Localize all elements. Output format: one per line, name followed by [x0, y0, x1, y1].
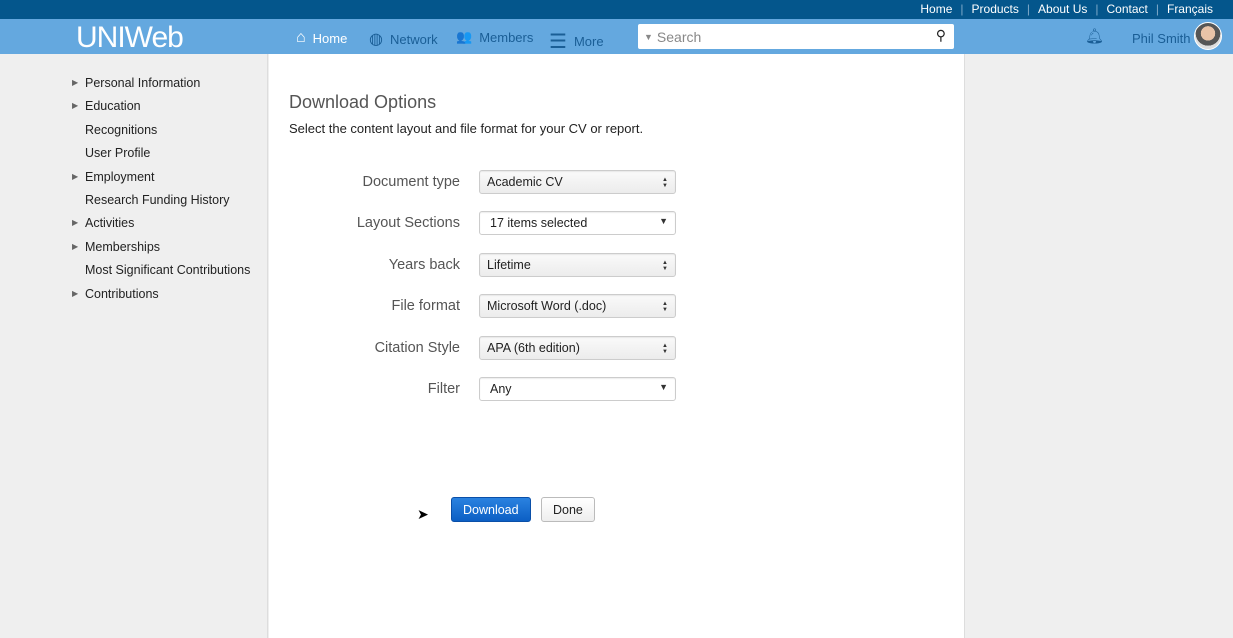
- sidebar-item[interactable]: Recognitions: [85, 123, 157, 137]
- nav-members[interactable]: 👥 Members: [456, 29, 533, 45]
- nav-more-label: More: [573, 34, 604, 49]
- menu-icon: ☰: [549, 31, 567, 53]
- main-panel: Download Options Select the content layo…: [269, 54, 965, 638]
- home-icon: ⌂: [296, 29, 306, 46]
- field-select[interactable]: APA (6th edition) ▲ ▼: [479, 335, 676, 360]
- sidebar-item[interactable]: ▶ Personal Information: [72, 76, 201, 90]
- expand-icon[interactable]: ▶: [72, 289, 78, 298]
- top-link[interactable]: Home: [920, 2, 952, 16]
- select-value: 17 items selected: [490, 216, 588, 231]
- form-row: Years back Lifetime ▲ ▼: [269, 252, 965, 277]
- nav-network-label: Network: [389, 31, 438, 47]
- separator: |: [1026, 2, 1031, 16]
- done-button[interactable]: Done: [541, 497, 595, 522]
- globe-icon: ◍: [369, 31, 383, 48]
- sidebar: ▶ Personal Information ▶ Education Recogniti…: [0, 54, 268, 638]
- field-label: Filter: [427, 381, 460, 397]
- top-bar: Home | Products | About Us | Contact | Français: [0, 0, 1233, 19]
- nav-home-label: Home: [312, 30, 348, 46]
- updown-arrows-icon: ▲ ▼: [662, 177, 668, 189]
- user-name[interactable]: Phil Smith: [1132, 31, 1191, 46]
- updown-arrows-icon: ▲ ▼: [662, 259, 668, 272]
- form-row: File format Microsoft Word (.doc) ▲ ▼: [269, 294, 965, 319]
- select-value: Academic CV: [487, 175, 563, 189]
- caret-down-icon: ▼: [659, 382, 668, 392]
- sidebar-item[interactable]: ▶ Activities: [72, 216, 135, 231]
- sidebar-item-label: Contributions: [85, 286, 159, 301]
- download-button[interactable]: Download: [451, 497, 531, 522]
- form-row: Citation Style APA (6th edition) ▲ ▼: [269, 335, 965, 360]
- caret-down-icon: ▼: [644, 31, 653, 42]
- sidebar-item[interactable]: ▶ Employment: [72, 169, 155, 184]
- updown-arrows-icon: ▲ ▼: [662, 301, 668, 314]
- bell-icon[interactable]: 🔔︎: [1085, 27, 1104, 45]
- sidebar-item-label: Research Funding History: [85, 193, 230, 207]
- page-title: Download Options: [289, 92, 437, 112]
- nav-members-label: Members: [479, 29, 534, 45]
- sidebar-item[interactable]: ▶ Education: [72, 99, 141, 114]
- expand-icon[interactable]: ▶: [72, 218, 78, 227]
- expand-icon[interactable]: ▶: [72, 242, 78, 251]
- top-link[interactable]: Français: [1167, 2, 1213, 16]
- select-value: Any: [490, 382, 512, 396]
- sidebar-item-label: Employment: [85, 169, 155, 184]
- field-select[interactable]: Any ▼: [479, 377, 676, 401]
- top-link[interactable]: Products: [972, 2, 1019, 16]
- field-label: Document type: [362, 174, 460, 190]
- sidebar-item-label: Education: [85, 99, 141, 114]
- nav-home[interactable]: ⌂ Home: [296, 29, 347, 47]
- form-row: Document type Academic CV ▲ ▼: [269, 170, 965, 194]
- expand-icon[interactable]: ▶: [72, 78, 78, 87]
- field-select[interactable]: Academic CV ▲ ▼: [479, 170, 676, 194]
- main-nav: UNIWeb ⌂ Home ◍ Network 👥 Members ☰ More ▼ Se…: [0, 19, 1233, 54]
- field-select[interactable]: Microsoft Word (.doc) ▲ ▼: [479, 294, 676, 319]
- search-input[interactable]: ▼ Search ⚲: [638, 24, 954, 49]
- field-select[interactable]: Lifetime ▲ ▼: [479, 252, 676, 277]
- sidebar-item[interactable]: Research Funding History: [85, 193, 230, 207]
- nav-network[interactable]: ◍ Network: [369, 29, 438, 49]
- field-label: File format: [391, 298, 461, 315]
- sidebar-item[interactable]: ▶ Memberships: [72, 239, 161, 254]
- sidebar-item-label: Personal Information: [85, 76, 201, 90]
- search-icon[interactable]: ⚲: [936, 27, 946, 44]
- field-label: Citation Style: [374, 339, 460, 356]
- avatar[interactable]: [1194, 22, 1222, 50]
- sidebar-item[interactable]: ▶ Contributions: [72, 286, 159, 301]
- sidebar-item-label: Activities: [85, 216, 135, 231]
- sidebar-item-label: Memberships: [85, 239, 161, 254]
- expand-icon[interactable]: ▶: [72, 172, 78, 181]
- sidebar-item[interactable]: User Profile: [85, 146, 150, 160]
- select-value: APA (6th edition): [487, 340, 580, 355]
- field-label: Layout Sections: [356, 215, 460, 232]
- expand-icon[interactable]: ▶: [72, 101, 78, 110]
- separator: |: [1095, 2, 1099, 16]
- top-link[interactable]: About Us: [1038, 2, 1087, 16]
- separator: |: [1155, 2, 1159, 16]
- form-row: Layout Sections 17 items selected ▼: [269, 211, 965, 236]
- select-value: Microsoft Word (.doc): [487, 299, 607, 314]
- updown-arrows-icon: ▲ ▼: [662, 342, 668, 355]
- page-subtitle: Select the content layout and file forma…: [289, 121, 644, 136]
- sidebar-item[interactable]: Most Significant Contributions: [85, 263, 250, 277]
- sidebar-item-label: Most Significant Contributions: [85, 263, 251, 278]
- field-select[interactable]: 17 items selected ▼: [479, 211, 676, 236]
- form-row: Filter Any ▼: [269, 377, 965, 401]
- sidebar-item-label: Recognitions: [85, 122, 158, 137]
- members-icon: 👥: [456, 29, 473, 44]
- mouse-cursor: ➤: [417, 506, 429, 522]
- field-label: Years back: [388, 256, 460, 273]
- search-placeholder: Search: [656, 28, 702, 45]
- logo[interactable]: UNIWeb: [76, 21, 184, 55]
- top-links: Home | Products | About Us | Contact | Français: [920, 2, 1213, 16]
- top-link[interactable]: Contact: [1107, 2, 1148, 16]
- select-value: Lifetime: [487, 257, 531, 272]
- nav-more[interactable]: ☰ More: [549, 29, 604, 54]
- caret-down-icon: ▼: [659, 216, 668, 227]
- sidebar-item-label: User Profile: [85, 146, 151, 161]
- separator: |: [960, 2, 964, 16]
